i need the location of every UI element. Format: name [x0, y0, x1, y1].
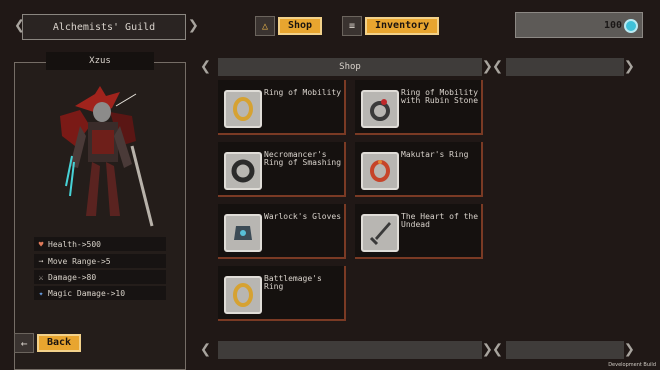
chevron-right-icon: ❯ [188, 15, 199, 36]
stat-label: Health->500 [48, 239, 101, 249]
stat-magic-damage: ✦ Magic Damage->10 [34, 286, 166, 300]
footer-next-page-icon[interactable]: ❯ [624, 341, 635, 359]
item-title: Ring of Mobility [264, 88, 342, 97]
potion-icon: △ [255, 16, 275, 36]
gold-counter: 100 [515, 12, 643, 38]
inventory-tab-button[interactable]: ≡ Inventory [342, 16, 440, 36]
back-button[interactable]: ← Back [14, 333, 82, 353]
inventory-tab-label: Inventory [365, 17, 440, 35]
dark-ring-icon [224, 152, 262, 190]
item-title: Battlemage's Ring [264, 274, 322, 291]
shop-item-warlock-gloves[interactable]: Warlock's Gloves [218, 204, 346, 259]
sword-icon: ⚔ [38, 272, 44, 282]
shop-prev-page-icon[interactable]: ❮ [492, 58, 503, 76]
shop-item-necromancer-ring[interactable]: Necromancer's Ring of Smashing [218, 142, 346, 197]
shop-next-page-icon[interactable]: ❯ [624, 58, 635, 76]
shop-item-heart-undead[interactable]: The Heart of the Undead [355, 204, 483, 259]
guild-title: Alchemists' Guild [52, 21, 156, 33]
character-portrait [60, 86, 154, 227]
dagger-icon [361, 214, 399, 252]
footer-prev-icon[interactable]: ❮ [200, 341, 211, 359]
back-arrow-icon: ← [14, 333, 34, 353]
back-label: Back [37, 334, 82, 352]
shop-prev-icon[interactable]: ❮ [200, 58, 211, 76]
guild-banner: Alchemists' Guild [22, 14, 186, 40]
stat-damage: ⚔ Damage->80 [34, 270, 166, 284]
arrow-icon: ➞ [38, 256, 44, 266]
shop-header-bar [506, 58, 624, 76]
item-title: Ring of Mobility with Rubin Stone [401, 88, 479, 105]
stat-label: Damage->80 [48, 272, 97, 282]
shop-tab-button[interactable]: △ Shop [255, 16, 323, 36]
shop-tab-label: Shop [278, 17, 323, 35]
shop-footer-bar [218, 341, 482, 359]
menu-icon: ≡ [342, 16, 362, 36]
gloves-icon [224, 214, 262, 252]
item-title: Makutar's Ring [401, 150, 469, 159]
gold-amount: 100 [603, 19, 622, 31]
shop-item-battlemage-ring[interactable]: Battlemage's Ring [218, 266, 346, 321]
stat-move-range: ➞ Move Range->5 [34, 254, 166, 268]
character-name: Xzus [46, 52, 154, 70]
shop-item-makutar-ring[interactable]: Makutar's Ring [355, 142, 483, 197]
build-label: Development Build [608, 362, 656, 368]
gold-ring-icon [224, 276, 262, 314]
stat-label: Magic Damage->10 [48, 288, 126, 298]
shop-item-ring-rubin[interactable]: Ring of Mobility with Rubin Stone [355, 80, 483, 135]
shop-footer-bar-right [506, 341, 624, 359]
stat-label: Move Range->5 [48, 256, 111, 266]
item-title: The Heart of the Undead [401, 212, 479, 229]
item-title: Warlock's Gloves [264, 212, 342, 221]
footer-prev-page-icon[interactable]: ❮ [492, 341, 503, 359]
gold-ring-icon [224, 90, 262, 128]
ruby-ring-icon [361, 90, 399, 128]
gem-icon [624, 19, 638, 33]
item-title: Necromancer's Ring of Smashing [264, 150, 342, 167]
shop-title: Shop [218, 58, 482, 76]
shop-item-ring-of-mobility[interactable]: Ring of Mobility [218, 80, 346, 135]
fire-ring-icon [361, 152, 399, 190]
wand-icon: ✦ [38, 288, 44, 298]
stat-health: ♥ Health->500 [34, 237, 166, 251]
heart-icon: ♥ [38, 239, 44, 249]
